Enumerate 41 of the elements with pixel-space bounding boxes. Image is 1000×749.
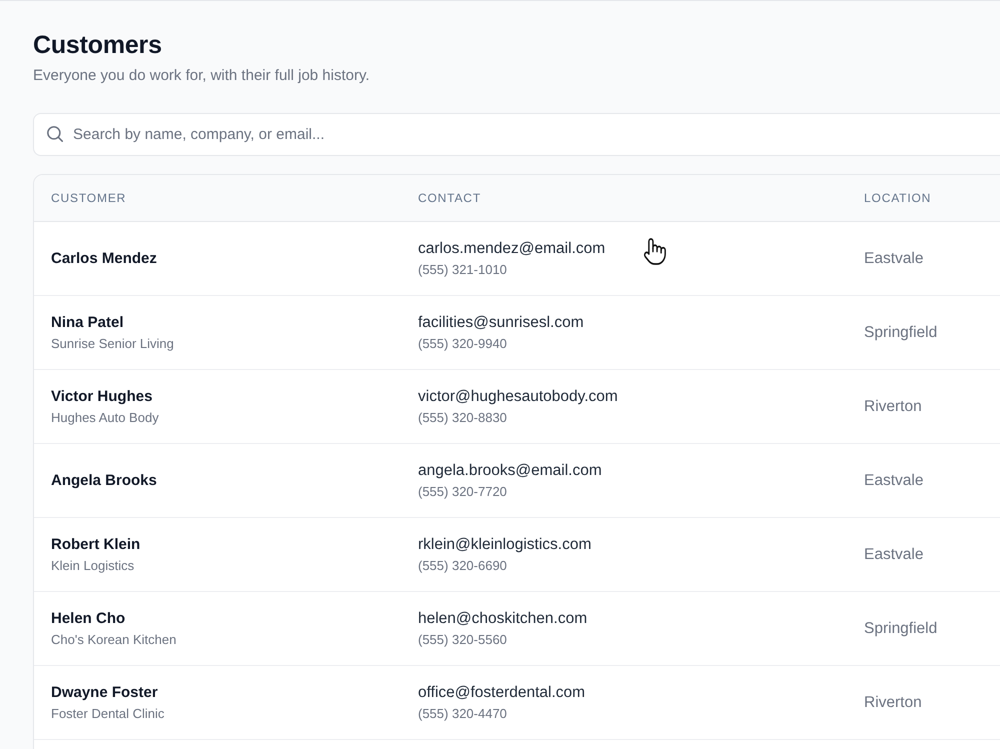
- customer-name: Helen Cho: [51, 608, 126, 628]
- company-name: Cho's Korean Kitchen: [51, 630, 176, 648]
- company-name: Hughes Auto Body: [51, 408, 159, 426]
- customer-location: Eastvale: [864, 544, 924, 564]
- search-icon: [47, 126, 63, 142]
- search-field[interactable]: Search by name, company, or email...: [33, 113, 1000, 156]
- contact-email: rklein@kleinlogistics.com: [418, 534, 592, 554]
- customer-name: Carlos Mendez: [51, 248, 157, 268]
- customer-location: Riverton: [864, 692, 922, 712]
- contact-email: angela.brooks@email.com: [418, 460, 602, 480]
- customer-name: Angela Brooks: [51, 470, 157, 490]
- column-header: CUSTOMER: [51, 190, 126, 206]
- page-title: Customers: [33, 30, 162, 60]
- contact-phone: (555) 320-4470: [418, 704, 507, 722]
- customer-name: Nina Patel: [51, 312, 124, 332]
- contact-phone: (555) 320-5560: [418, 630, 507, 648]
- company-name: Klein Logistics: [51, 556, 134, 574]
- customer-location: Riverton: [864, 396, 922, 416]
- customer-name: Victor Hughes: [51, 386, 152, 406]
- page-subtitle: Everyone you do work for, with their full job history.: [33, 66, 370, 86]
- contact-email: helen@choskitchen.com: [418, 608, 588, 628]
- contact-email: facilities@sunrisesl.com: [418, 312, 584, 332]
- customer-name: Robert Klein: [51, 534, 140, 554]
- contact-phone: (555) 320-6690: [418, 556, 507, 574]
- customer-location: Springfield: [864, 322, 938, 342]
- contact-email: carlos.mendez@email.com: [418, 238, 606, 258]
- contact-phone: (555) 320-8830: [418, 408, 507, 426]
- contact-email: office@fosterdental.com: [418, 682, 586, 702]
- customer-location: Springfield: [864, 618, 938, 638]
- contact-email: victor@hughesautobody.com: [418, 386, 618, 406]
- company-name: Foster Dental Clinic: [51, 704, 164, 722]
- customer-location: Eastvale: [864, 248, 924, 268]
- column-header: CONTACT: [418, 190, 481, 206]
- hand-cursor-icon: [644, 238, 666, 265]
- customer-location: Eastvale: [864, 470, 924, 490]
- contact-phone: (555) 321-1010: [418, 260, 507, 278]
- contact-phone: (555) 320-7720: [418, 482, 507, 500]
- contact-phone: (555) 320-9940: [418, 334, 507, 352]
- company-name: Sunrise Senior Living: [51, 334, 174, 352]
- column-header: LOCATION: [864, 190, 932, 206]
- customer-name: Dwayne Foster: [51, 682, 158, 702]
